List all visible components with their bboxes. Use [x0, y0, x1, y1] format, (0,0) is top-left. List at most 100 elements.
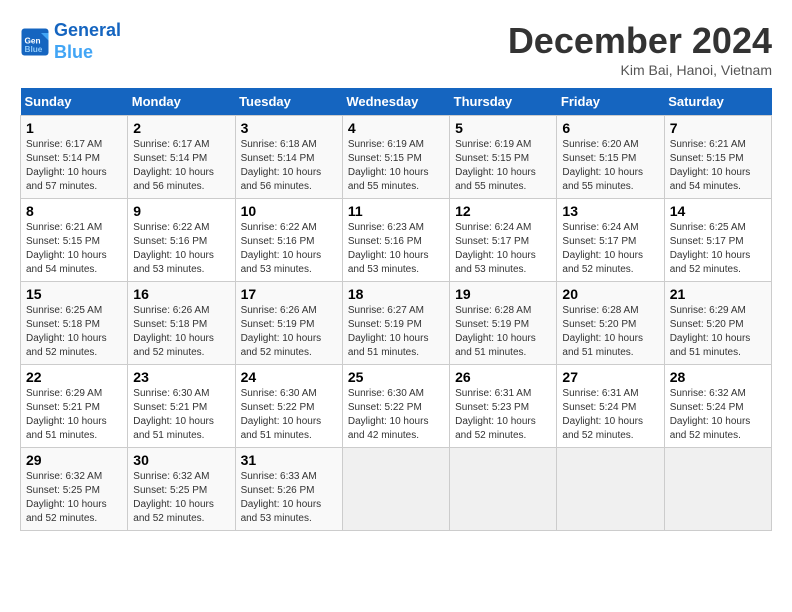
calendar-cell	[450, 448, 557, 531]
col-saturday: Saturday	[664, 88, 771, 116]
day-detail: Sunrise: 6:29 AMSunset: 5:20 PMDaylight:…	[670, 304, 766, 360]
title-block: December 2024 Kim Bai, Hanoi, Vietnam	[508, 20, 772, 78]
header-row: Sunday Monday Tuesday Wednesday Thursday…	[21, 88, 772, 116]
day-detail: Sunrise: 6:24 AMSunset: 5:17 PMDaylight:…	[455, 221, 551, 277]
calendar-week-3: 15 Sunrise: 6:25 AMSunset: 5:18 PMDayligh…	[21, 282, 772, 365]
day-number: 29	[26, 452, 122, 468]
day-number: 26	[455, 369, 551, 385]
day-number: 5	[455, 120, 551, 136]
calendar-cell: 25 Sunrise: 6:30 AMSunset: 5:22 PMDayligh…	[342, 365, 449, 448]
day-number: 10	[241, 203, 337, 219]
day-detail: Sunrise: 6:23 AMSunset: 5:16 PMDaylight:…	[348, 221, 444, 277]
day-detail: Sunrise: 6:31 AMSunset: 5:23 PMDaylight:…	[455, 387, 551, 443]
calendar-cell: 14 Sunrise: 6:25 AMSunset: 5:17 PMDayligh…	[664, 199, 771, 282]
calendar-cell: 30 Sunrise: 6:32 AMSunset: 5:25 PMDayligh…	[128, 448, 235, 531]
day-number: 15	[26, 286, 122, 302]
day-number: 7	[670, 120, 766, 136]
day-number: 27	[562, 369, 658, 385]
day-number: 31	[241, 452, 337, 468]
day-number: 20	[562, 286, 658, 302]
day-number: 9	[133, 203, 229, 219]
calendar-cell: 12Sunrise: 6:24 AMSunset: 5:17 PMDayligh…	[450, 199, 557, 282]
calendar-cell	[557, 448, 664, 531]
calendar-cell: 9 Sunrise: 6:22 AMSunset: 5:16 PMDaylight…	[128, 199, 235, 282]
page-header: Gen Blue General Blue December 2024 Kim …	[20, 20, 772, 78]
day-detail: Sunrise: 6:30 AMSunset: 5:22 PMDaylight:…	[241, 387, 337, 443]
day-detail: Sunrise: 6:33 AMSunset: 5:26 PMDaylight:…	[241, 470, 337, 526]
day-detail: Sunrise: 6:27 AMSunset: 5:19 PMDaylight:…	[348, 304, 444, 360]
day-number: 25	[348, 369, 444, 385]
calendar-cell: 8Sunrise: 6:21 AMSunset: 5:15 PMDaylight…	[21, 199, 128, 282]
calendar-cell: 27 Sunrise: 6:31 AMSunset: 5:24 PMDayligh…	[557, 365, 664, 448]
day-number: 11	[348, 203, 444, 219]
calendar-cell: 21 Sunrise: 6:29 AMSunset: 5:20 PMDayligh…	[664, 282, 771, 365]
day-number: 21	[670, 286, 766, 302]
calendar-cell: 31 Sunrise: 6:33 AMSunset: 5:26 PMDayligh…	[235, 448, 342, 531]
calendar-cell: 7 Sunrise: 6:21 AMSunset: 5:15 PMDaylight…	[664, 116, 771, 199]
day-detail: Sunrise: 6:19 AMSunset: 5:15 PMDaylight:…	[455, 138, 551, 194]
calendar-cell: 1 Sunrise: 6:17 AMSunset: 5:14 PMDaylight…	[21, 116, 128, 199]
calendar-cell	[342, 448, 449, 531]
logo-icon: Gen Blue	[20, 27, 50, 57]
day-detail: Sunrise: 6:28 AMSunset: 5:19 PMDaylight:…	[455, 304, 551, 360]
col-thursday: Thursday	[450, 88, 557, 116]
day-number: 8	[26, 203, 122, 219]
day-number: 3	[241, 120, 337, 136]
calendar-cell: 19 Sunrise: 6:28 AMSunset: 5:19 PMDayligh…	[450, 282, 557, 365]
calendar-cell: 29Sunrise: 6:32 AMSunset: 5:25 PMDayligh…	[21, 448, 128, 531]
day-number: 23	[133, 369, 229, 385]
day-number: 2	[133, 120, 229, 136]
calendar-cell: 24 Sunrise: 6:30 AMSunset: 5:22 PMDayligh…	[235, 365, 342, 448]
day-number: 4	[348, 120, 444, 136]
calendar-cell	[664, 448, 771, 531]
calendar-cell: 18Sunrise: 6:27 AMSunset: 5:19 PMDayligh…	[342, 282, 449, 365]
calendar-cell: 23 Sunrise: 6:30 AMSunset: 5:21 PMDayligh…	[128, 365, 235, 448]
calendar-cell: 15 Sunrise: 6:25 AMSunset: 5:18 PMDayligh…	[21, 282, 128, 365]
day-detail: Sunrise: 6:32 AMSunset: 5:25 PMDaylight:…	[133, 470, 229, 526]
day-number: 14	[670, 203, 766, 219]
calendar-cell: 2 Sunrise: 6:17 AMSunset: 5:14 PMDaylight…	[128, 116, 235, 199]
col-tuesday: Tuesday	[235, 88, 342, 116]
day-detail: Sunrise: 6:20 AMSunset: 5:15 PMDaylight:…	[562, 138, 658, 194]
day-number: 24	[241, 369, 337, 385]
day-detail: Sunrise: 6:17 AMSunset: 5:14 PMDaylight:…	[133, 138, 229, 194]
calendar-week-5: 29 Sunrise: 6:32 AMSunset: 5:25 PMDayligh…	[21, 448, 772, 531]
calendar-cell: 4 Sunrise: 6:19 AMSunset: 5:15 PMDaylight…	[342, 116, 449, 199]
calendar-cell: 22 Sunrise: 6:29 AMSunset: 5:21 PMDayligh…	[21, 365, 128, 448]
day-detail: Sunrise: 6:30 AMSunset: 5:22 PMDaylight:…	[348, 387, 444, 443]
day-detail: Sunrise: 6:30 AMSunset: 5:21 PMDaylight:…	[133, 387, 229, 443]
day-detail: Sunrise: 6:21 AMSunset: 5:15 PMDaylight:…	[670, 138, 766, 194]
calendar-cell: 5 Sunrise: 6:19 AMSunset: 5:15 PMDaylight…	[450, 116, 557, 199]
calendar-week-1: 1 Sunrise: 6:17 AMSunset: 5:14 PMDaylight…	[21, 116, 772, 199]
day-detail: Sunrise: 6:19 AMSunset: 5:15 PMDaylight:…	[348, 138, 444, 194]
day-detail: Sunrise: 6:22 AMSunset: 5:16 PMDaylight:…	[133, 221, 229, 277]
day-number: 6	[562, 120, 658, 136]
day-number: 19	[455, 286, 551, 302]
calendar-week-4: 22 Sunrise: 6:29 AMSunset: 5:21 PMDayligh…	[21, 365, 772, 448]
day-detail: Sunrise: 6:25 AMSunset: 5:17 PMDaylight:…	[670, 221, 766, 277]
calendar-table: Sunday Monday Tuesday Wednesday Thursday…	[20, 88, 772, 531]
calendar-cell: 28Sunrise: 6:32 AMSunset: 5:24 PMDayligh…	[664, 365, 771, 448]
day-number: 1	[26, 120, 122, 136]
day-detail: Sunrise: 6:22 AMSunset: 5:16 PMDaylight:…	[241, 221, 337, 277]
calendar-cell: 13Sunrise: 6:24 AMSunset: 5:17 PMDayligh…	[557, 199, 664, 282]
calendar-cell: 11 Sunrise: 6:23 AMSunset: 5:16 PMDayligh…	[342, 199, 449, 282]
logo: Gen Blue General Blue	[20, 20, 121, 63]
day-detail: Sunrise: 6:17 AMSunset: 5:14 PMDaylight:…	[26, 138, 122, 194]
day-detail: Sunrise: 6:31 AMSunset: 5:24 PMDaylight:…	[562, 387, 658, 443]
day-detail: Sunrise: 6:18 AMSunset: 5:14 PMDaylight:…	[241, 138, 337, 194]
day-number: 22	[26, 369, 122, 385]
day-detail: Sunrise: 6:26 AMSunset: 5:18 PMDaylight:…	[133, 304, 229, 360]
day-number: 16	[133, 286, 229, 302]
col-monday: Monday	[128, 88, 235, 116]
col-friday: Friday	[557, 88, 664, 116]
day-detail: Sunrise: 6:26 AMSunset: 5:19 PMDaylight:…	[241, 304, 337, 360]
day-detail: Sunrise: 6:29 AMSunset: 5:21 PMDaylight:…	[26, 387, 122, 443]
svg-text:Blue: Blue	[25, 44, 43, 53]
col-sunday: Sunday	[21, 88, 128, 116]
day-detail: Sunrise: 6:25 AMSunset: 5:18 PMDaylight:…	[26, 304, 122, 360]
day-number: 30	[133, 452, 229, 468]
day-number: 13	[562, 203, 658, 219]
col-wednesday: Wednesday	[342, 88, 449, 116]
month-title: December 2024	[508, 20, 772, 62]
